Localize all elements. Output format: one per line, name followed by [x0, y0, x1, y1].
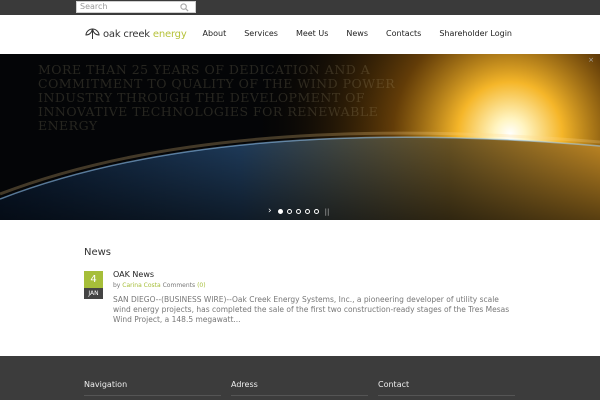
search-icon[interactable] — [180, 3, 189, 12]
logo-accent-text: energy — [152, 28, 187, 40]
nav-item-news[interactable]: News — [346, 29, 368, 39]
footer-divider — [84, 395, 221, 396]
post-date-day: 4 — [84, 271, 103, 288]
post-date-badge: 4 JAN — [84, 271, 103, 299]
slider-dot-1[interactable] — [277, 209, 283, 214]
nav-item-about[interactable]: About — [203, 29, 227, 39]
slider-next-icon[interactable]: › — [268, 207, 272, 216]
footer-address-heading: Adress — [231, 380, 258, 389]
footer-divider — [231, 395, 368, 396]
post-author-link[interactable]: Carina Costa — [122, 282, 160, 289]
post-date-month: JAN — [84, 288, 103, 299]
nav-item-meet-us[interactable]: Meet Us — [296, 29, 328, 39]
hero-slider: MORE THAN 25 YEARS OF DEDICATION AND A C… — [0, 54, 600, 220]
leaf-logo-icon — [85, 28, 100, 39]
nav-item-contacts[interactable]: Contacts — [386, 29, 421, 39]
news-section-title: News — [84, 247, 112, 258]
slider-dot-5[interactable] — [313, 209, 319, 214]
logo-text: oak creek — [103, 28, 150, 40]
nav-item-services[interactable]: Services — [244, 29, 278, 39]
search-box[interactable] — [76, 1, 196, 13]
footer-contact-heading: Contact — [378, 380, 410, 389]
slider-dot-3[interactable] — [295, 209, 301, 214]
post-by-label: by — [113, 282, 121, 289]
top-bar — [0, 0, 600, 15]
footer-navigation-heading: Navigation — [84, 380, 128, 389]
search-input[interactable] — [77, 2, 177, 12]
slider-pause-icon[interactable]: || — [325, 208, 330, 216]
hero-overlay-text: MORE THAN 25 YEARS OF DEDICATION AND A C… — [38, 62, 396, 133]
post-comments-label[interactable]: Comments — [163, 282, 196, 289]
site-footer: Navigation Adress Contact — [0, 356, 600, 400]
nav-item-shareholder-login[interactable]: Shareholder Login — [439, 29, 512, 39]
post-title-link[interactable]: OAK News — [113, 270, 154, 279]
post-comments-count[interactable]: (0) — [197, 282, 206, 289]
slider-controls: › || — [268, 207, 329, 216]
slider-dot-2[interactable] — [286, 209, 292, 214]
footer-divider — [378, 395, 515, 396]
post-excerpt: SAN DIEGO--(BUSINESS WIRE)--Oak Creek En… — [113, 295, 510, 324]
slider-close-icon[interactable]: × — [588, 56, 594, 64]
slider-dot-4[interactable] — [304, 209, 310, 214]
post-meta: by Carina Costa Comments (0) — [113, 282, 206, 289]
main-nav: About Services Meet Us News Contacts Sha… — [185, 29, 512, 39]
site-logo[interactable]: oak creek energy — [85, 26, 187, 42]
site-header: oak creek energy About Services Meet Us … — [0, 15, 600, 54]
